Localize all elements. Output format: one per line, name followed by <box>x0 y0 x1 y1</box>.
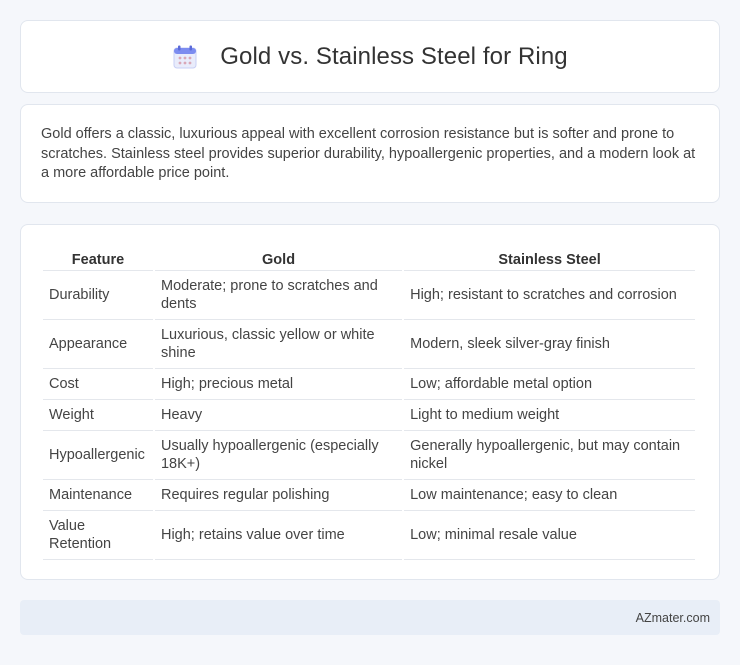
description-card: Gold offers a classic, luxurious appeal … <box>20 104 720 203</box>
gold-cell: Usually hypoallergenic (especially 18K+) <box>154 431 403 480</box>
header-feature: Feature <box>43 245 153 271</box>
footer: AZmater.com <box>20 600 720 635</box>
row-label: Value Retention <box>43 511 153 560</box>
table-row: Appearance Luxurious, classic yellow or … <box>43 320 695 369</box>
header-stainless-steel: Stainless Steel <box>404 245 695 271</box>
steel-cell: Low; affordable metal option <box>404 369 695 400</box>
gold-cell: Requires regular polishing <box>154 480 403 511</box>
row-label: Maintenance <box>43 480 153 511</box>
row-label: Hypoallergenic <box>43 431 153 480</box>
gold-cell: High; retains value over time <box>154 511 403 560</box>
gold-cell: High; precious metal <box>154 369 403 400</box>
steel-cell: Low maintenance; easy to clean <box>404 480 695 511</box>
title-card: Gold vs. Stainless Steel for Ring <box>20 20 720 93</box>
table-row: Maintenance Requires regular polishing L… <box>43 480 695 511</box>
gold-cell: Heavy <box>154 400 403 431</box>
table-row: Weight Heavy Light to medium weight <box>43 400 695 431</box>
header-gold: Gold <box>154 245 403 271</box>
description-text: Gold offers a classic, luxurious appeal … <box>41 126 696 181</box>
steel-cell: Light to medium weight <box>404 400 695 431</box>
calendar-icon <box>172 44 198 70</box>
gold-cell: Moderate; prone to scratches and dents <box>154 271 403 320</box>
steel-cell: Generally hypoallergenic, but may contai… <box>404 431 695 480</box>
row-label: Appearance <box>43 320 153 369</box>
table-row: Durability Moderate; prone to scratches … <box>43 271 695 320</box>
steel-cell: Modern, sleek silver-gray finish <box>404 320 695 369</box>
table-row: Value Retention High; retains value over… <box>43 511 695 560</box>
row-label: Durability <box>43 271 153 320</box>
page-title: Gold vs. Stainless Steel for Ring <box>220 42 568 70</box>
row-label: Cost <box>43 369 153 400</box>
table-row: Cost High; precious metal Low; affordabl… <box>43 369 695 400</box>
comparison-table-card: Feature Gold Stainless Steel Durability … <box>20 224 720 580</box>
table-header-row: Feature Gold Stainless Steel <box>43 245 695 271</box>
comparison-table: Feature Gold Stainless Steel Durability … <box>41 245 697 560</box>
footer-brand[interactable]: AZmater.com <box>636 611 710 625</box>
steel-cell: Low; minimal resale value <box>404 511 695 560</box>
steel-cell: High; resistant to scratches and corrosi… <box>404 271 695 320</box>
row-label: Weight <box>43 400 153 431</box>
table-row: Hypoallergenic Usually hypoallergenic (e… <box>43 431 695 480</box>
gold-cell: Luxurious, classic yellow or white shine <box>154 320 403 369</box>
